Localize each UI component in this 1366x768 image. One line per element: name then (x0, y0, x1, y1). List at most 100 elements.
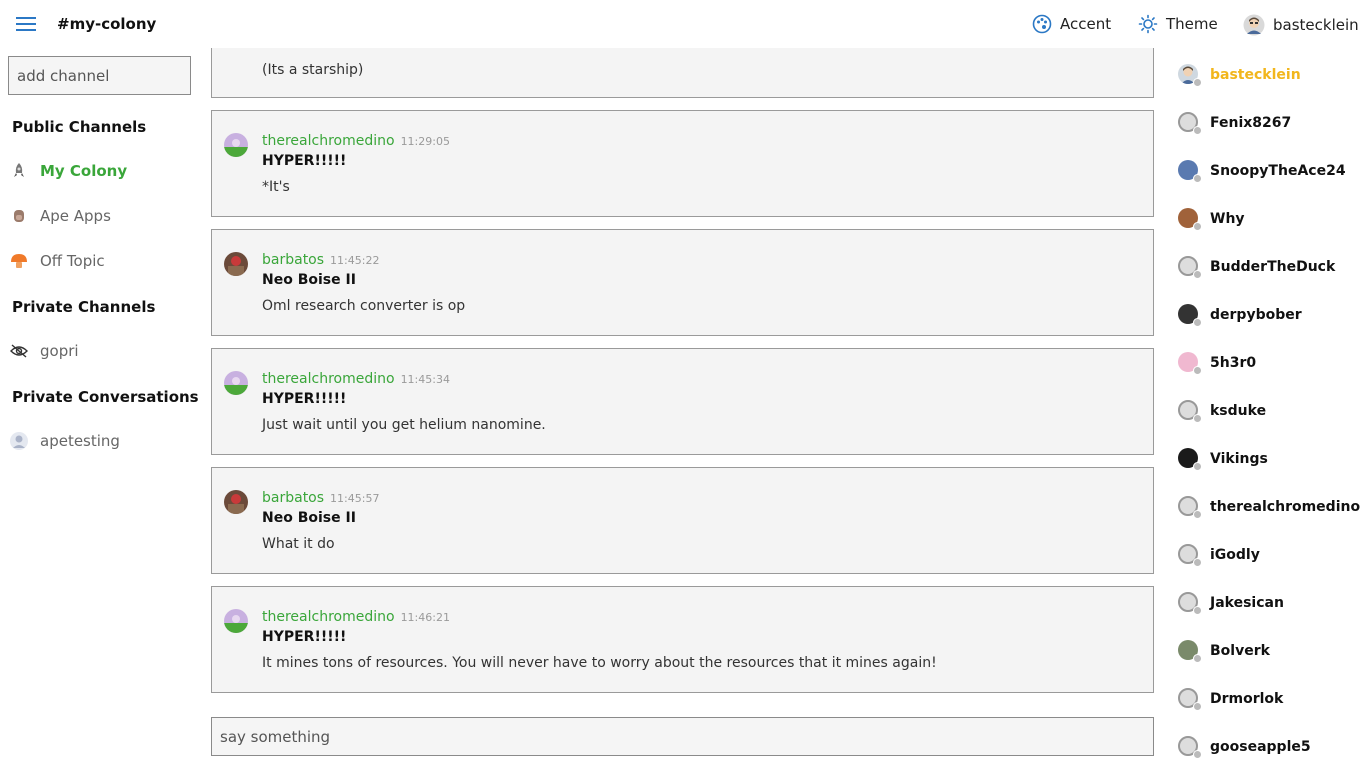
message-time: 11:45:22 (330, 254, 380, 267)
message-text: *It's (262, 179, 290, 195)
message-time: 11:45:34 (400, 373, 450, 386)
user-item[interactable]: Why (1178, 206, 1245, 232)
message-time: 11:46:21 (400, 611, 450, 624)
user-item[interactable]: Drmorlok (1178, 686, 1283, 712)
user-name: iGodly (1210, 547, 1260, 563)
channel-gopri[interactable]: gopri (10, 338, 79, 364)
user-item[interactable]: bastecklein (1178, 62, 1301, 88)
avatar (1178, 352, 1202, 375)
mushroom-icon (10, 252, 28, 270)
message-colony-name: HYPER!!!!! (262, 391, 347, 407)
user-item[interactable]: Bolverk (1178, 638, 1270, 664)
user-item[interactable]: 5h3r0 (1178, 350, 1256, 376)
channel-my-colony[interactable]: My Colony (10, 158, 127, 184)
channel-label: apetesting (40, 432, 120, 450)
message: (Its a starship) (211, 48, 1154, 98)
user-name: Why (1210, 211, 1245, 227)
message: barbatos 11:45:57 Neo Boise II What it do (211, 467, 1154, 574)
user-name: derpybober (1210, 307, 1302, 323)
avatar (1178, 400, 1202, 423)
theme-button[interactable]: Theme (1138, 14, 1218, 34)
user-avatar-icon (10, 432, 28, 450)
private-conversations-heading: Private Conversations (12, 388, 199, 406)
avatar (1178, 592, 1202, 615)
avatar (1178, 736, 1202, 759)
user-list: bastecklein Fenix8267 SnoopyTheAce24 Why… (1166, 48, 1366, 768)
accent-button[interactable]: Accent (1032, 14, 1111, 34)
user-item[interactable]: gooseapple5 (1178, 734, 1311, 760)
accent-label: Accent (1060, 15, 1112, 33)
avatar (1178, 688, 1202, 711)
message-text: (Its a starship) (262, 62, 364, 78)
avatar[interactable] (224, 609, 248, 633)
private-channels-heading: Private Channels (12, 298, 156, 316)
message-text: Oml research converter is op (262, 298, 466, 314)
avatar (1178, 160, 1202, 183)
avatar (1178, 256, 1202, 279)
message: therealchromedino 11:45:34 HYPER!!!!! Jus… (211, 348, 1154, 455)
user-name: bastecklein (1210, 67, 1301, 83)
message-author[interactable]: therealchromedino 11:29:05 (262, 133, 450, 149)
user-item[interactable]: iGodly (1178, 542, 1260, 568)
user-name: Vikings (1210, 451, 1268, 467)
message-author[interactable]: therealchromedino 11:46:21 (262, 609, 450, 625)
avatar (1178, 496, 1202, 519)
avatar (1178, 448, 1202, 471)
message-time: 11:29:05 (400, 135, 450, 148)
message-input[interactable] (211, 717, 1154, 756)
avatar (1178, 208, 1202, 231)
user-item[interactable]: Fenix8267 (1178, 110, 1291, 136)
message-text: It mines tons of resources. You will nev… (262, 655, 937, 671)
user-item[interactable]: BudderTheDuck (1178, 254, 1335, 280)
avatar[interactable] (224, 252, 248, 276)
message-text: Just wait until you get helium nanomine. (262, 417, 546, 433)
channel-label: Off Topic (40, 252, 105, 270)
message: therealchromedino 11:46:21 HYPER!!!!! It … (211, 586, 1154, 693)
channel-sidebar: Public Channels My Colony Ape Apps Off T… (0, 48, 200, 768)
user-menu-button[interactable]: bastecklein (1243, 14, 1359, 36)
avatar (1178, 544, 1202, 567)
message-author[interactable]: therealchromedino 11:45:34 (262, 371, 450, 387)
message: barbatos 11:45:22 Neo Boise II Oml resear… (211, 229, 1154, 336)
avatar (1243, 14, 1265, 36)
message-colony-name: HYPER!!!!! (262, 153, 347, 169)
user-name: SnoopyTheAce24 (1210, 163, 1346, 179)
channel-ape-apps[interactable]: Ape Apps (10, 203, 111, 229)
conversation-apetesting[interactable]: apetesting (10, 428, 120, 454)
channel-off-topic[interactable]: Off Topic (10, 248, 105, 274)
user-item[interactable]: Vikings (1178, 446, 1268, 472)
avatar[interactable] (224, 133, 248, 157)
user-item[interactable]: SnoopyTheAce24 (1178, 158, 1346, 184)
rocket-icon (10, 162, 28, 180)
theme-label: Theme (1166, 15, 1218, 33)
message-author[interactable]: barbatos 11:45:22 (262, 252, 379, 268)
user-item[interactable]: Jakesican (1178, 590, 1284, 616)
avatar (1178, 640, 1202, 663)
menu-icon[interactable] (16, 17, 36, 31)
channel-title: #my-colony (57, 15, 157, 33)
hidden-eye-icon (10, 342, 28, 360)
user-name: 5h3r0 (1210, 355, 1257, 371)
user-item[interactable]: ksduke (1178, 398, 1266, 424)
palette-icon (1032, 14, 1052, 34)
user-name: Fenix8267 (1210, 115, 1292, 131)
user-label: bastecklein (1273, 16, 1359, 34)
sun-icon (1138, 14, 1158, 34)
user-name: gooseapple5 (1210, 739, 1311, 755)
avatar (1178, 112, 1202, 135)
user-name: therealchromedino (1210, 499, 1361, 515)
avatar (1178, 64, 1202, 87)
channel-label: My Colony (40, 162, 128, 180)
user-item[interactable]: therealchromedino (1178, 494, 1360, 520)
user-name: BudderTheDuck (1210, 259, 1336, 275)
channel-label: gopri (40, 342, 79, 360)
avatar[interactable] (224, 490, 248, 514)
user-name: ksduke (1210, 403, 1267, 419)
avatar[interactable] (224, 371, 248, 395)
message-author[interactable]: barbatos 11:45:57 (262, 490, 379, 506)
add-channel-input[interactable] (8, 56, 191, 95)
message: therealchromedino 11:29:05 HYPER!!!!! *It… (211, 110, 1154, 217)
message-list[interactable]: (Its a starship) therealchromedino 11:29:… (211, 48, 1154, 708)
user-item[interactable]: derpybober (1178, 302, 1302, 328)
message-colony-name: Neo Boise II (262, 272, 356, 288)
